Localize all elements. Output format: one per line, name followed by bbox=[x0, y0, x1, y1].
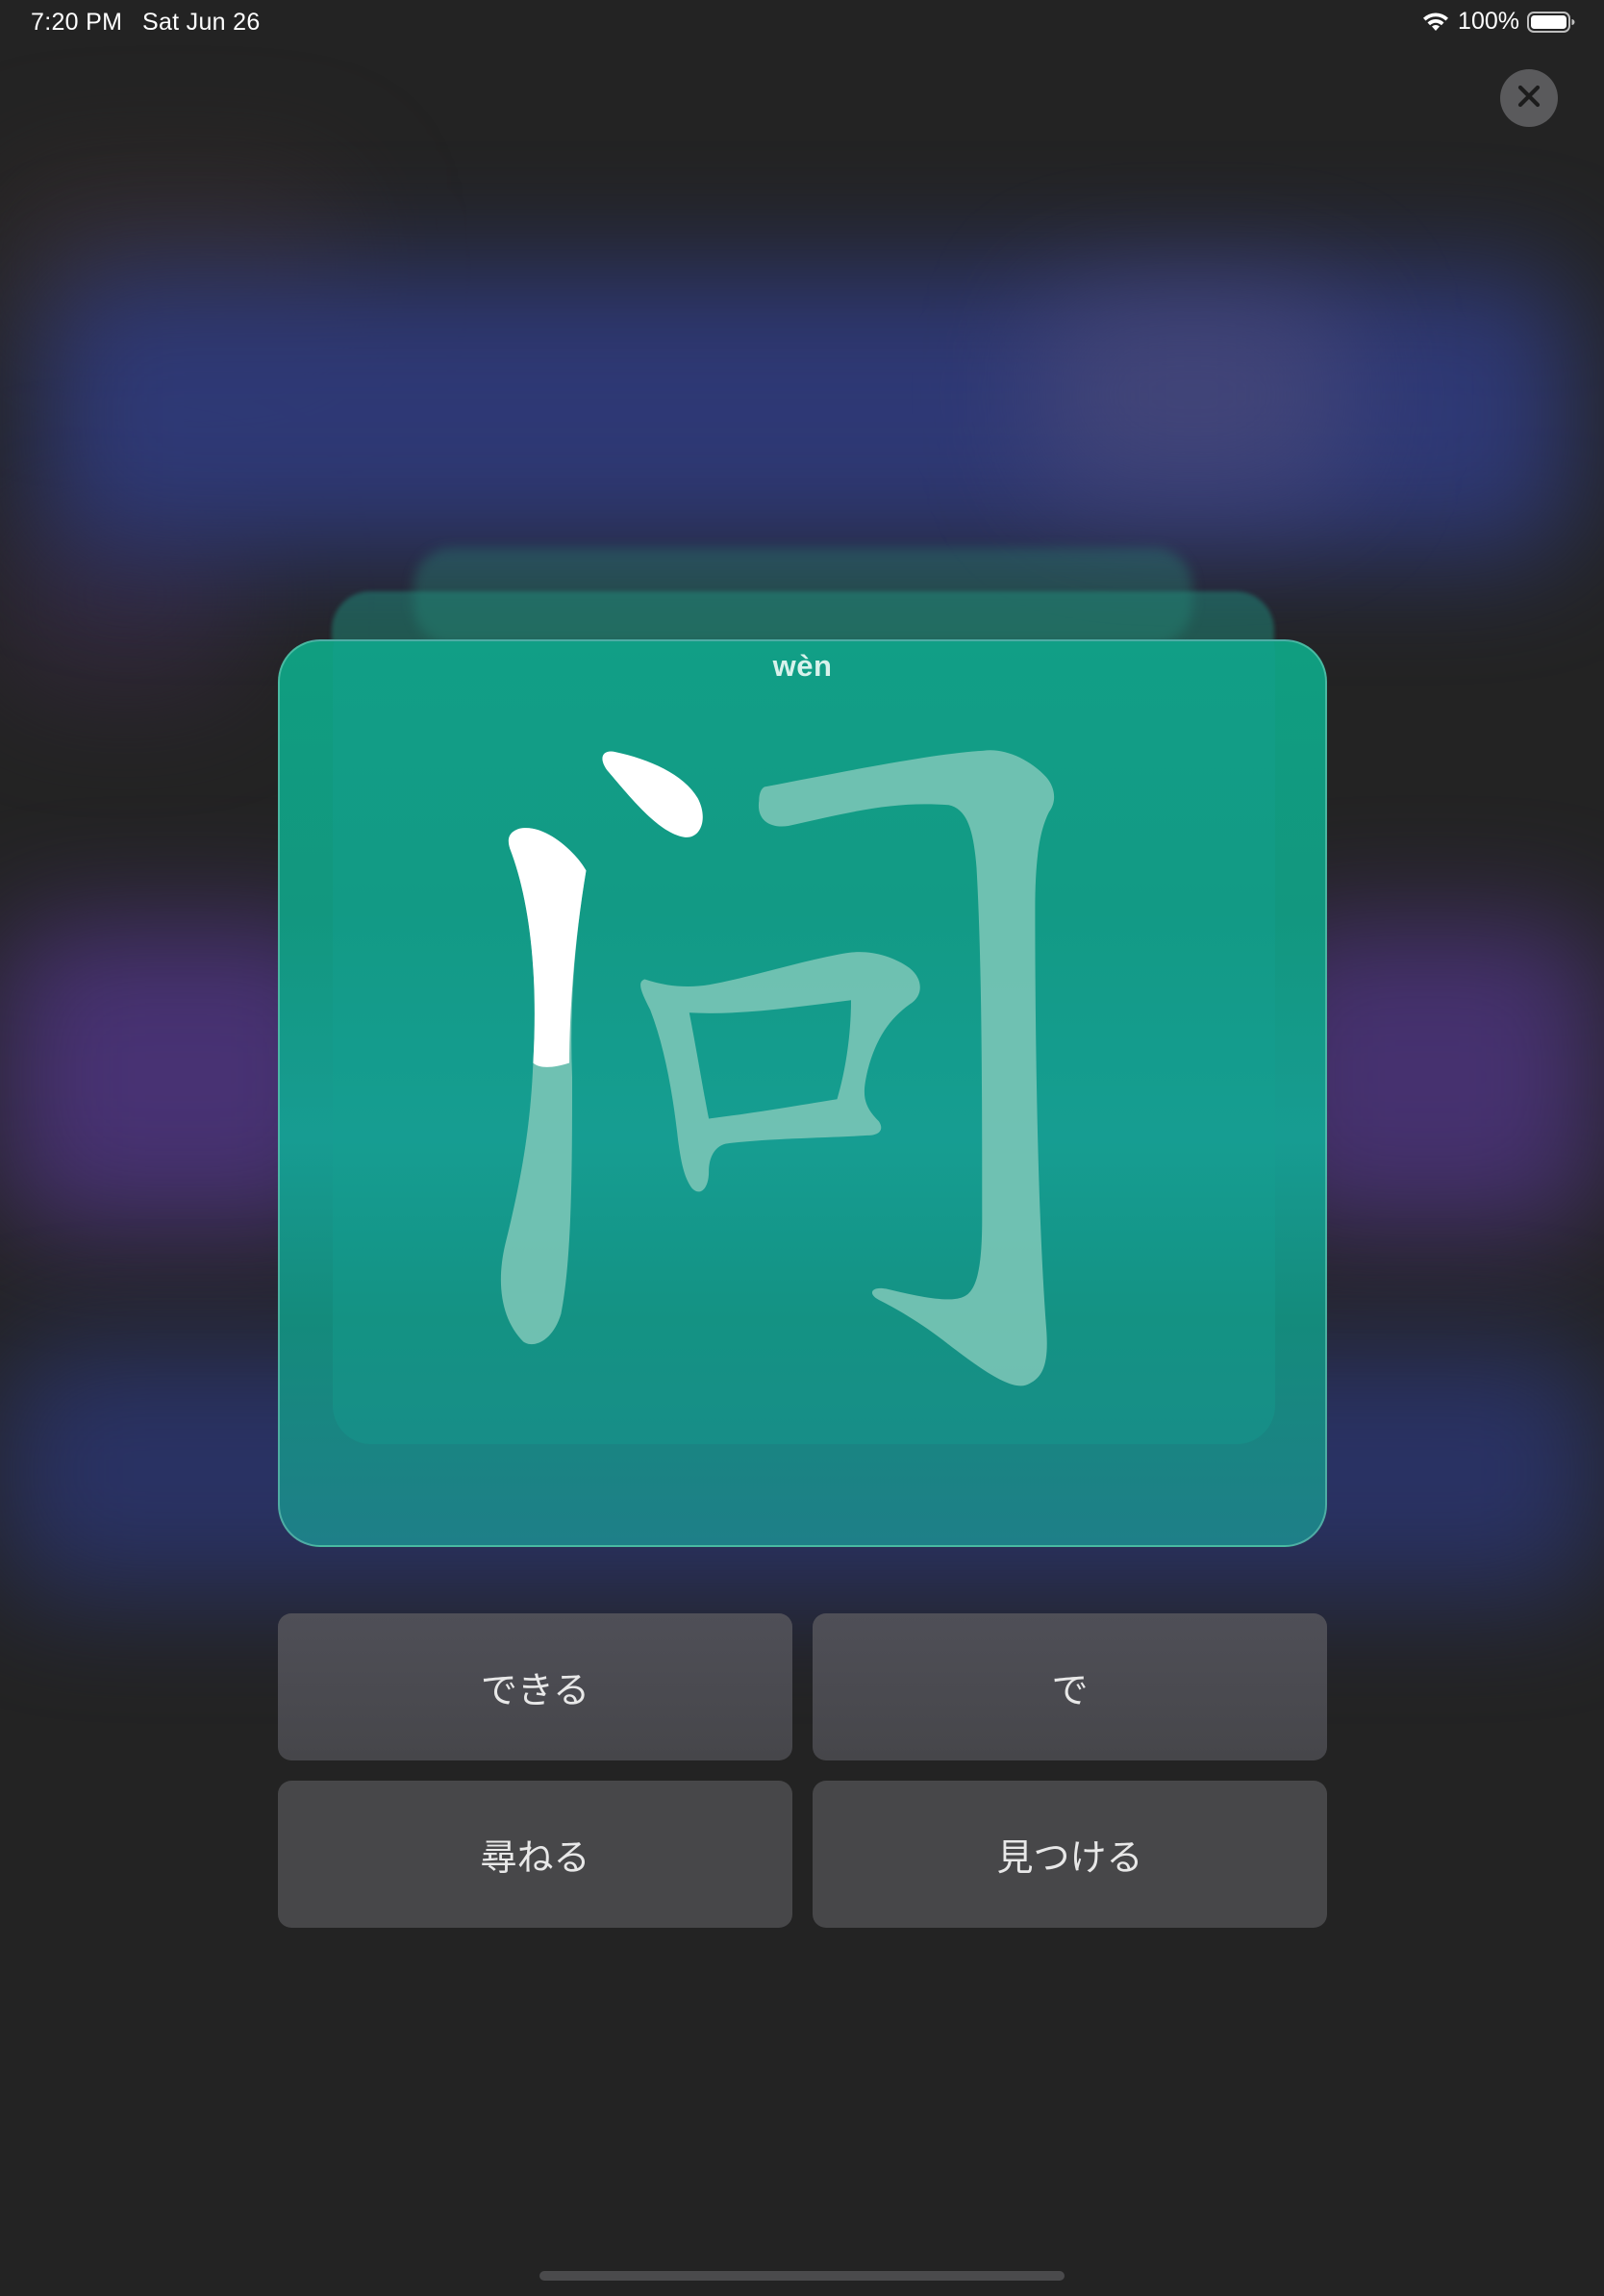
hanzi-character: 问 bbox=[500, 750, 1055, 1386]
answer-option-1[interactable]: できる bbox=[278, 1613, 792, 1760]
flashcard-screen: 7:20 PM Sat Jun 26 100% wèn できる で 尋ねる 見つ… bbox=[0, 0, 1604, 2296]
answer-option-4[interactable]: 見つける bbox=[813, 1781, 1327, 1928]
battery-percent: 100% bbox=[1458, 8, 1519, 35]
close-icon bbox=[1516, 83, 1542, 114]
battery-icon bbox=[1527, 11, 1575, 34]
stroke-dot bbox=[602, 751, 703, 837]
answer-option-3[interactable]: 尋ねる bbox=[278, 1781, 792, 1928]
answer-option-2[interactable]: で bbox=[813, 1613, 1327, 1760]
stroke-horizontal-hook bbox=[758, 750, 1055, 1386]
stroke-left-vertical-progress bbox=[508, 828, 587, 1067]
status-indicators: 100% bbox=[1421, 8, 1575, 36]
status-bar: 7:20 PM Sat Jun 26 100% bbox=[0, 0, 1604, 46]
flashcard[interactable]: wèn 问 bbox=[278, 639, 1327, 1547]
wifi-icon bbox=[1421, 11, 1450, 34]
home-indicator[interactable] bbox=[539, 2271, 1065, 2281]
status-time: 7:20 PM bbox=[31, 9, 123, 36]
close-button[interactable] bbox=[1500, 69, 1558, 127]
status-date: Sat Jun 26 bbox=[142, 9, 261, 36]
stroke-mouth-box bbox=[640, 952, 920, 1192]
